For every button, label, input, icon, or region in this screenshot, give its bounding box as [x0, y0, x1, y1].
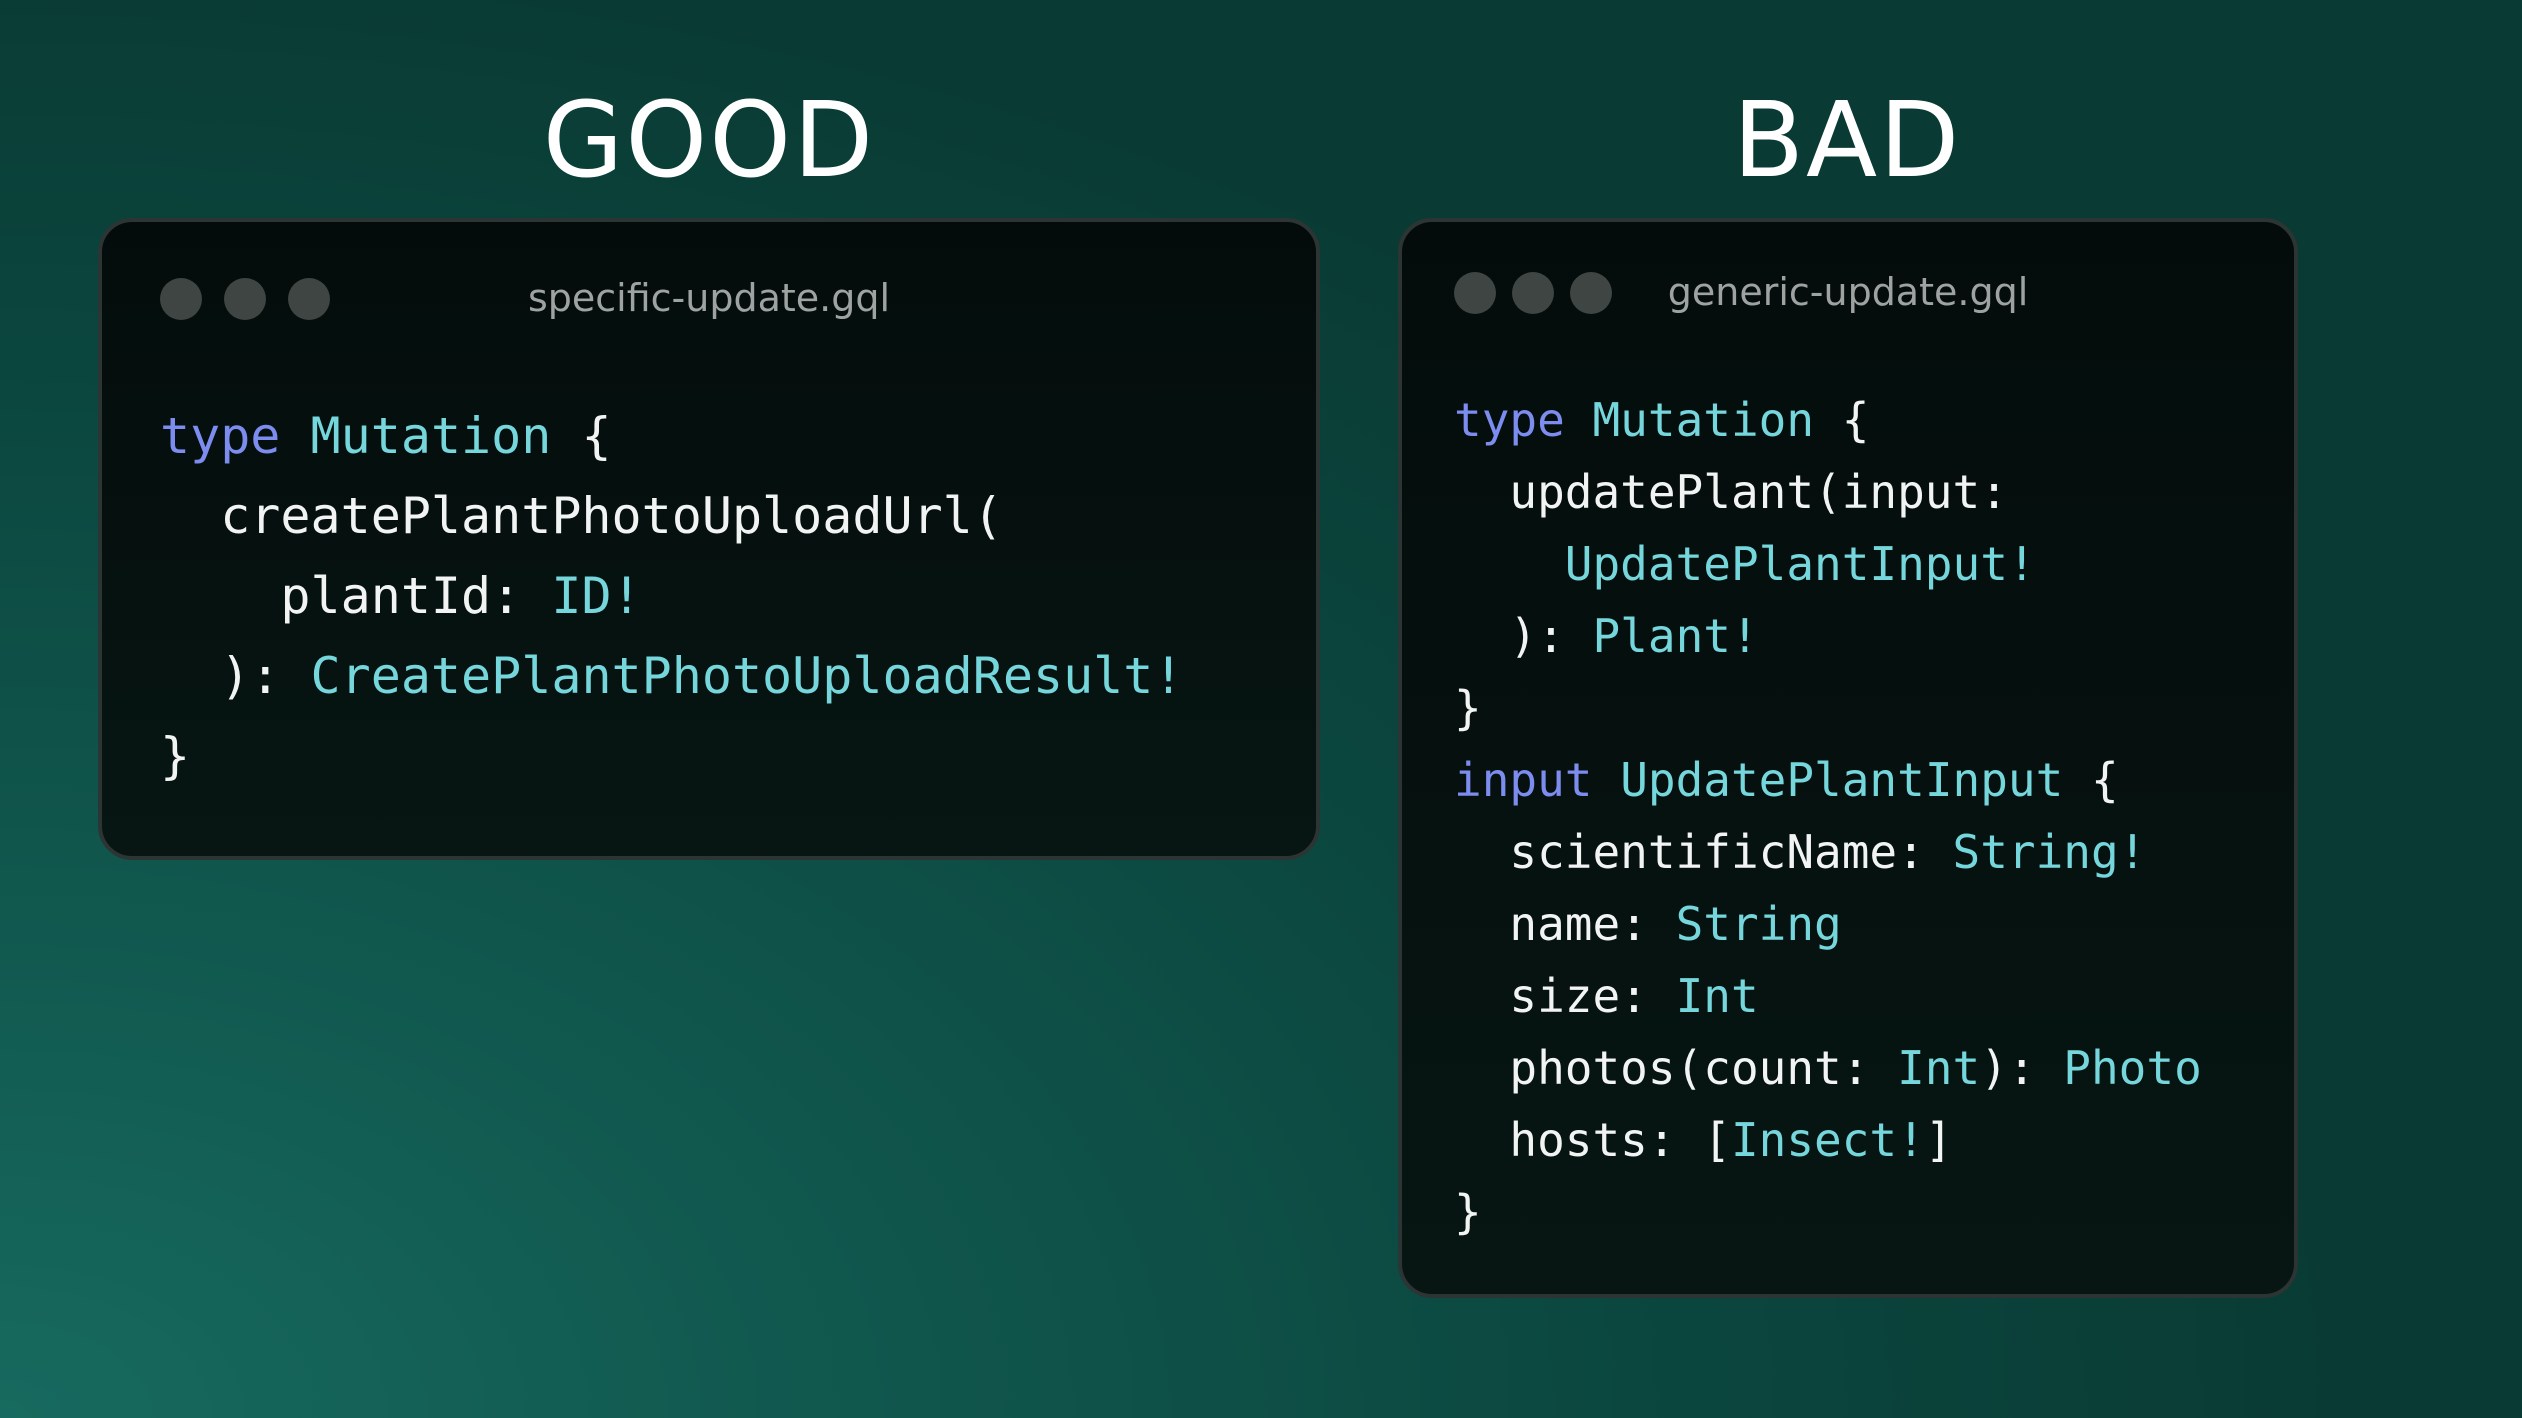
code-line: scientificName: String!: [1454, 816, 2202, 888]
code-text: updatePlant(input:: [1454, 465, 2008, 519]
code-text: }: [1454, 681, 1482, 735]
code-type: Mutation: [310, 407, 552, 465]
good-code-window: specific-update.gql type Mutation { crea…: [98, 218, 1320, 860]
good-filename: specific-update.gql: [527, 276, 891, 320]
code-text: ]: [1924, 1113, 1953, 1167]
code-text: photos(count:: [1454, 1041, 1898, 1095]
code-line: size: Int: [1454, 960, 2202, 1032]
code-type: CreatePlantPhotoUploadResult!: [310, 647, 1184, 705]
code-line: ): Plant!: [1454, 600, 2202, 672]
code-text: {: [551, 407, 612, 465]
code-line: photos(count: Int): Photo: [1454, 1032, 2202, 1104]
code-type: Int: [1897, 1041, 1981, 1095]
code-line: name: String: [1454, 888, 2202, 960]
code-text: ):: [160, 647, 311, 705]
code-keyword: input: [1454, 753, 1593, 807]
good-code-block: type Mutation { createPlantPhotoUploadUr…: [160, 396, 1184, 796]
code-type: UpdatePlantInput!: [1564, 537, 2036, 591]
code-type: UpdatePlantInput: [1620, 753, 2064, 807]
code-type: Mutation: [1592, 393, 1815, 447]
code-type: Int: [1675, 969, 1759, 1023]
code-type: String: [1675, 897, 1842, 951]
code-line: updatePlant(input:: [1454, 456, 2202, 528]
code-type: ID!: [551, 567, 642, 625]
code-keyword: type: [160, 407, 281, 465]
bad-filename: generic-update.gql: [1667, 270, 2029, 314]
good-heading: GOOD: [542, 79, 876, 201]
code-text: {: [2063, 753, 2119, 807]
code-text: name:: [1454, 897, 1676, 951]
code-keyword: type: [1454, 393, 1565, 447]
code-line: hosts: [Insect!]: [1454, 1104, 2202, 1176]
code-type: String!: [1952, 825, 2147, 879]
code-text: {: [1814, 393, 1870, 447]
code-line: type Mutation {: [160, 396, 1184, 476]
code-line: ): CreatePlantPhotoUploadResult!: [160, 636, 1184, 716]
bad-code-window: generic-update.gql type Mutation { updat…: [1398, 218, 2298, 1298]
code-text: scientificName:: [1454, 825, 1953, 879]
code-line: }: [1454, 1176, 2202, 1248]
code-line: input UpdatePlantInput {: [1454, 744, 2202, 816]
code-type: Insect!: [1730, 1113, 1925, 1167]
code-text: plantId:: [160, 567, 552, 625]
code-line: UpdatePlantInput!: [1454, 528, 2202, 600]
code-text: createPlantPhotoUploadUrl(: [160, 487, 1003, 545]
code-line: plantId: ID!: [160, 556, 1184, 636]
code-text: }: [1454, 1185, 1482, 1239]
code-text: }: [160, 727, 191, 785]
code-line: }: [160, 716, 1184, 796]
code-line: type Mutation {: [1454, 384, 2202, 456]
code-text: ):: [1980, 1041, 2064, 1095]
bad-heading: BAD: [1732, 79, 1962, 201]
code-type: Plant!: [1592, 609, 1759, 663]
code-line: }: [1454, 672, 2202, 744]
code-type: Photo: [2063, 1041, 2202, 1095]
code-text: hosts: [: [1454, 1113, 1731, 1167]
bad-code-block: type Mutation { updatePlant(input: Updat…: [1454, 384, 2202, 1248]
code-text: ):: [1454, 609, 1593, 663]
code-line: createPlantPhotoUploadUrl(: [160, 476, 1184, 556]
code-text: size:: [1454, 969, 1676, 1023]
